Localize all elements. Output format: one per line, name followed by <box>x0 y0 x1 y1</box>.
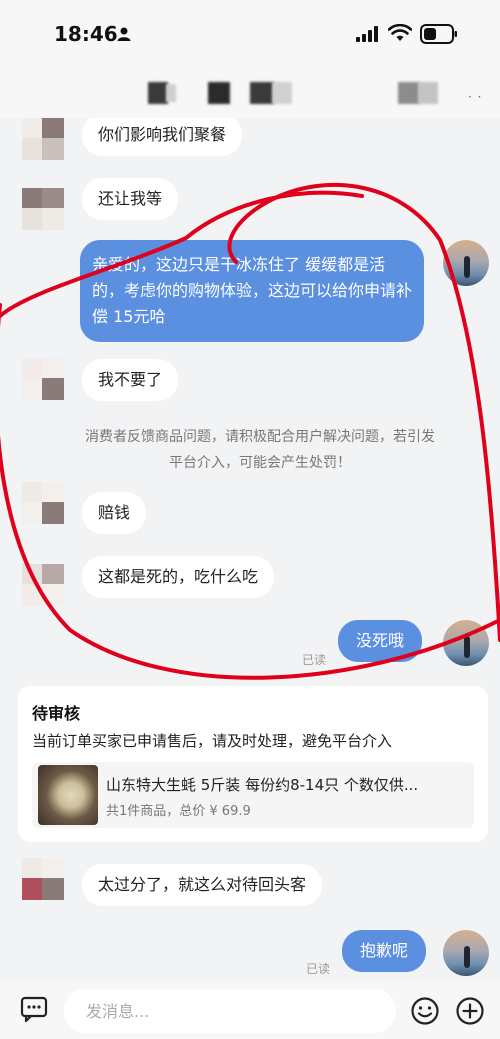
system-notice-line: 平台介入，可能会产生处罚！ <box>169 455 351 471</box>
system-notice: 消费者反馈商品问题，请积极配合用户解决问题，若引发 平台介入，可能会产生处罚！ <box>60 424 460 476</box>
redacted-name-block <box>208 82 230 104</box>
contact-avatar[interactable] <box>22 358 64 400</box>
read-receipt: 已读 <box>302 653 327 667</box>
chat-area: 你们影响我们聚餐 还让我等 亲爱的，这边只是干冰冻住了 缓缓都是活的，考虑你的购… <box>0 118 500 980</box>
message-bubble-outgoing[interactable]: 亲爱的，这边只是干冰冻住了 缓缓都是活的，考虑你的购物体验，这边可以给你申请补偿… <box>80 240 424 342</box>
message-bubble-outgoing[interactable]: 没死哦 <box>338 620 423 662</box>
redacted-name-block <box>166 84 176 102</box>
redacted-name-block <box>272 82 292 104</box>
status-time: 18:46 <box>54 22 118 46</box>
message-bubble-incoming[interactable]: 赔钱 <box>82 492 147 534</box>
wifi-icon <box>388 24 412 41</box>
redacted-name-block <box>250 82 274 104</box>
my-avatar[interactable] <box>443 620 489 666</box>
status-bar: 18:46 <box>0 0 500 66</box>
contact-avatar[interactable] <box>22 482 64 524</box>
product-row[interactable]: 山东特大生蚝 5斤装 每份约8-14只 个数仅供... 共1件商品，总价 ¥ 6… <box>32 762 474 828</box>
message-bubble-incoming[interactable]: 这都是死的，吃什么吃 <box>82 556 275 598</box>
message-bubble-incoming[interactable]: 太过分了，就这么对待回头客 <box>82 864 323 906</box>
redacted-name-block <box>418 82 438 104</box>
redacted-name-block <box>398 82 420 104</box>
battery-icon <box>420 24 457 44</box>
input-bar <box>0 980 500 1039</box>
product-thumbnail <box>38 765 98 825</box>
emoji-icon[interactable] <box>410 996 440 1026</box>
message-bubble-incoming[interactable]: 还让我等 <box>82 178 179 220</box>
quick-reply-icon[interactable] <box>20 996 48 1022</box>
message-bubble-incoming[interactable]: 你们影响我们聚餐 <box>82 118 243 156</box>
contact-avatar[interactable] <box>22 118 64 160</box>
redacted-name-block <box>148 82 168 104</box>
contact-avatar[interactable] <box>22 858 64 900</box>
read-receipt: 已读 <box>306 962 331 976</box>
system-notice-line: 消费者反馈商品问题，请积极配合用户解决问题，若引发 <box>85 429 435 445</box>
person-icon <box>117 27 131 41</box>
card-description: 当前订单买家已申请售后，请及时处理，避免平台介入 <box>32 732 393 750</box>
message-input[interactable] <box>64 989 396 1033</box>
my-avatar[interactable] <box>443 240 489 286</box>
my-avatar[interactable] <box>443 930 489 976</box>
message-bubble-incoming[interactable]: 我不要了 <box>82 359 179 401</box>
product-name: 山东特大生蚝 5斤装 每份约8-14只 个数仅供... <box>106 776 419 794</box>
contact-avatar[interactable] <box>22 188 64 230</box>
chat-header <box>0 66 500 118</box>
contact-avatar[interactable] <box>22 564 64 606</box>
card-title: 待审核 <box>32 704 81 723</box>
product-meta: 共1件商品，总价 ¥ 69.9 <box>106 804 251 819</box>
message-bubble-outgoing[interactable]: 抱歉呢 <box>342 930 427 972</box>
more-icon[interactable]: · · <box>468 90 482 104</box>
after-sale-order-card[interactable]: 待审核 当前订单买家已申请售后，请及时处理，避免平台介入 山东特大生蚝 5斤装 … <box>18 686 488 842</box>
cellular-signal-icon <box>356 26 378 42</box>
plus-icon[interactable] <box>455 996 485 1026</box>
